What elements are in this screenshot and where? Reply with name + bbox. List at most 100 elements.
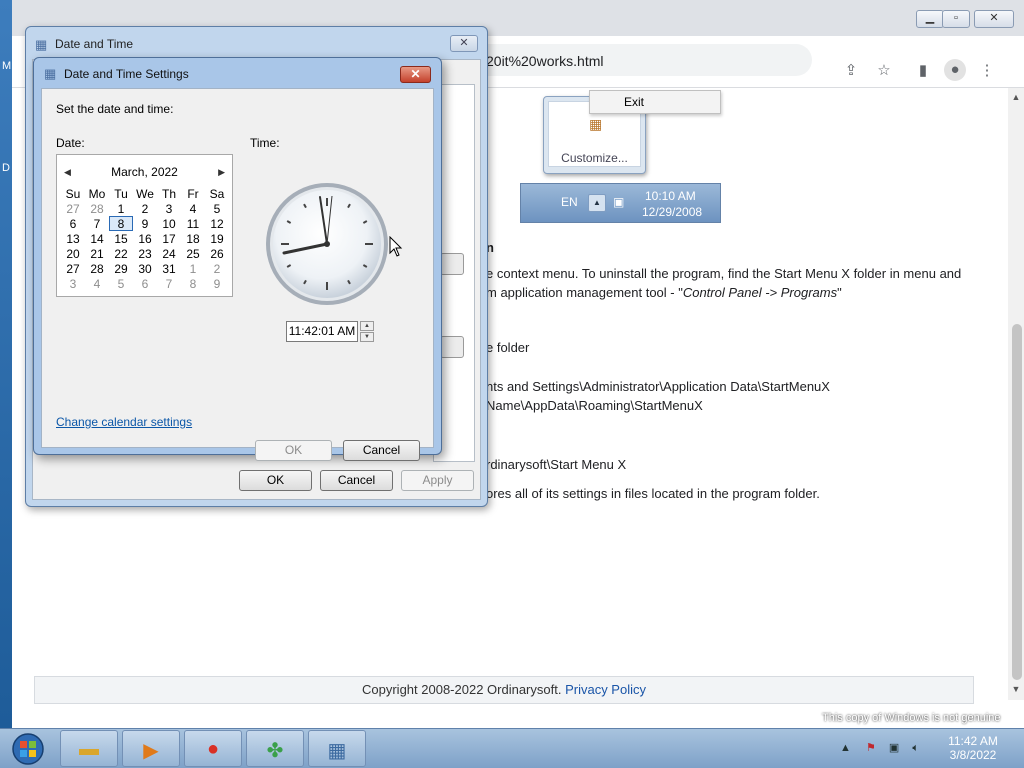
calendar-day[interactable]: 27: [61, 261, 85, 276]
calendar-day[interactable]: 23: [133, 246, 157, 261]
calendar-day[interactable]: 6: [61, 216, 85, 231]
page-scrollbar[interactable]: ▲ ▼: [1008, 88, 1024, 700]
close-button[interactable]: ✕: [450, 35, 478, 52]
next-month-arrow-icon[interactable]: ▶: [218, 167, 225, 178]
weekday-header: Sa: [209, 186, 225, 201]
dialog-title: Date and Time Settings: [64, 67, 189, 81]
calendar-day[interactable]: 8: [181, 276, 205, 291]
calendar-day[interactable]: 16: [133, 231, 157, 246]
time-spin-down-icon[interactable]: ▼: [360, 332, 374, 342]
profile-avatar-icon[interactable]: ●: [944, 59, 966, 81]
startmenux-tray-icon: ▦: [589, 116, 603, 132]
windows-genuine-notice: This copy of Windows is not genuine: [822, 712, 1001, 724]
time-spin-up-icon[interactable]: ▲: [360, 321, 374, 331]
close-button[interactable]: ✕: [400, 66, 431, 83]
privacy-policy-link[interactable]: Privacy Policy: [565, 682, 646, 697]
browser-menu-icon[interactable]: ⋮: [976, 60, 998, 82]
address-bar[interactable]: 20it%20works.html: [472, 44, 812, 76]
customize-label: Customize...: [561, 151, 628, 165]
show-hidden-icons-icon[interactable]: ▲: [840, 742, 851, 754]
calendar-day[interactable]: 5: [109, 276, 133, 291]
startmenux-icon: ✤: [266, 740, 284, 762]
volume-icon[interactable]: 🔈︎: [912, 742, 919, 754]
cancel-button[interactable]: Cancel: [343, 440, 420, 461]
action-center-flag-icon[interactable]: ⚑: [866, 742, 876, 754]
calendar-day[interactable]: 7: [157, 276, 181, 291]
calendar-day[interactable]: 27: [61, 201, 85, 216]
maximize-button[interactable]: ▫: [942, 10, 970, 28]
calendar-day[interactable]: 1: [109, 201, 133, 216]
bookmark-star-icon[interactable]: ☆: [873, 60, 895, 82]
calendar[interactable]: ◀ March, 2022 ▶ Su Mo Tu We Th Fr Sa 27 …: [56, 154, 233, 297]
calendar-day[interactable]: 5: [205, 201, 229, 216]
apply-button[interactable]: Apply: [401, 470, 474, 491]
weekday-header: Th: [161, 186, 176, 201]
close-window-button[interactable]: ✕: [974, 10, 1014, 28]
calendar-day-selected[interactable]: 8: [109, 216, 133, 231]
taskbar-media-player-button[interactable]: ▶: [122, 730, 180, 767]
calendar-day[interactable]: 22: [109, 246, 133, 261]
calendar-day[interactable]: 24: [157, 246, 181, 261]
dialog-body: Set the date and time: Date: Time: ◀ Mar…: [41, 88, 434, 461]
taskbar-explorer-button[interactable]: ▬: [60, 730, 118, 767]
calendar-day[interactable]: 20: [61, 246, 85, 261]
tray-image-time: 10:10 AM: [645, 189, 696, 203]
hidden-button[interactable]: [440, 253, 464, 275]
calendar-day[interactable]: 25: [181, 246, 205, 261]
calendar-day[interactable]: 10: [157, 216, 181, 231]
calendar-day[interactable]: 11: [181, 216, 205, 231]
show-hidden-icons-icon: ▲: [588, 194, 606, 212]
page-footer: Copyright 2008-2022 Ordinarysoft. Privac…: [34, 676, 974, 704]
calendar-day[interactable]: 15: [109, 231, 133, 246]
scroll-down-arrow-icon[interactable]: ▼: [1008, 684, 1024, 694]
path-line: Name\AppData\Roaming\StartMenuX: [486, 398, 703, 413]
ok-button[interactable]: OK: [255, 440, 332, 461]
calendar-day[interactable]: 26: [205, 246, 229, 261]
calendar-day[interactable]: 18: [181, 231, 205, 246]
taskbar-chrome-button[interactable]: ●: [184, 730, 242, 767]
paragraph-line: e context menu. To uninstall the program…: [486, 266, 962, 281]
calendar-day[interactable]: 28: [85, 261, 109, 276]
calendar-day[interactable]: 9: [133, 216, 157, 231]
calendar-day[interactable]: 29: [109, 261, 133, 276]
calendar-day[interactable]: 19: [205, 231, 229, 246]
side-panel-icon[interactable]: ▮: [912, 60, 934, 82]
calendar-day[interactable]: 2: [133, 201, 157, 216]
hidden-button[interactable]: [440, 336, 464, 358]
calendar-day[interactable]: 14: [85, 231, 109, 246]
scrollbar-thumb[interactable]: [1012, 324, 1022, 680]
scroll-up-arrow-icon[interactable]: ▲: [1008, 92, 1024, 102]
calendar-day[interactable]: 30: [133, 261, 157, 276]
taskbar-clock[interactable]: 11:42 AM 3/8/2022: [940, 734, 1006, 762]
weekday-header: We: [136, 186, 154, 201]
network-icon[interactable]: ▣: [889, 742, 899, 754]
taskbar-startmenux-button[interactable]: ✤: [246, 730, 304, 767]
calendar-day[interactable]: 4: [181, 201, 205, 216]
change-calendar-settings-link[interactable]: Change calendar settings: [56, 415, 192, 429]
share-icon[interactable]: ⇪: [840, 60, 862, 82]
calendar-day[interactable]: 21: [85, 246, 109, 261]
calendar-day[interactable]: 1: [181, 261, 205, 276]
minimize-button[interactable]: ▁: [916, 10, 944, 28]
calendar-day[interactable]: 9: [205, 276, 229, 291]
calendar-day[interactable]: 3: [157, 201, 181, 216]
calendar-day[interactable]: 12: [205, 216, 229, 231]
cancel-button[interactable]: Cancel: [320, 470, 393, 491]
calendar-day[interactable]: 6: [133, 276, 157, 291]
calendar-day[interactable]: 3: [61, 276, 85, 291]
desktop-icon-label-fragment: M: [2, 60, 12, 72]
time-input[interactable]: 11:42:01 AM: [286, 321, 358, 342]
calendar-day[interactable]: 13: [61, 231, 85, 246]
calendar-day[interactable]: 2: [205, 261, 229, 276]
taskbar-date-time-button[interactable]: ▦: [308, 730, 366, 767]
date-and-time-settings-dialog: ▦ Date and Time Settings ✕ Set the date …: [33, 57, 442, 461]
calendar-day[interactable]: 17: [157, 231, 181, 246]
calendar-month-label[interactable]: March, 2022: [57, 165, 232, 179]
start-button[interactable]: [5, 731, 51, 767]
calendar-day[interactable]: 31: [157, 261, 181, 276]
network-icon: ▣: [613, 195, 625, 209]
calendar-day[interactable]: 28: [85, 201, 109, 216]
calendar-day[interactable]: 7: [85, 216, 109, 231]
ok-button[interactable]: OK: [239, 470, 312, 491]
calendar-day[interactable]: 4: [85, 276, 109, 291]
